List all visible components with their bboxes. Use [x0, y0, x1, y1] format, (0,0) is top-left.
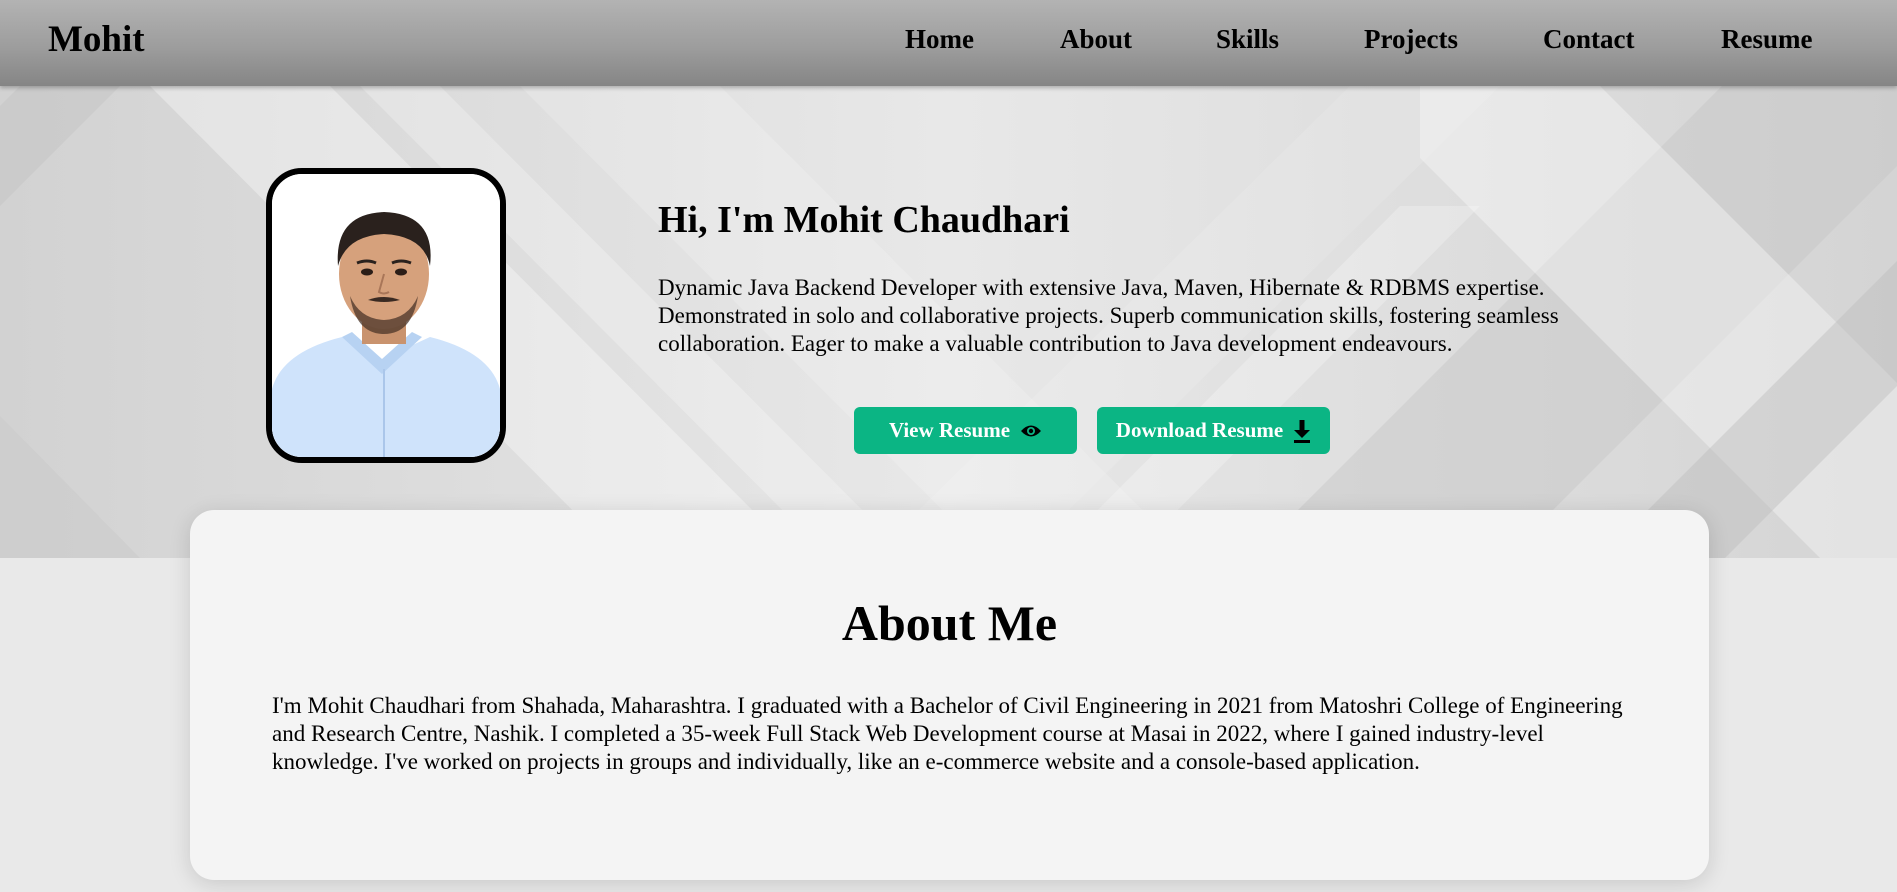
download-resume-label: Download Resume [1115, 418, 1284, 442]
profile-photo-illustration [272, 174, 500, 457]
eye-icon [1020, 423, 1042, 439]
view-resume-button[interactable]: View Resume [854, 407, 1077, 454]
nav-contact[interactable]: Contact [1543, 24, 1634, 55]
hero-title: Hi, I'm Mohit Chaudhari [658, 199, 1070, 241]
download-resume-button[interactable]: Download Resume [1097, 407, 1330, 454]
nav-links: Home About Skills Projects Contact Resum… [0, 24, 1897, 64]
about-text: I'm Mohit Chaudhari from Shahada, Mahara… [272, 693, 1623, 774]
download-icon [1293, 419, 1311, 443]
view-resume-label: View Resume [888, 418, 1011, 442]
nav-about[interactable]: About [1060, 24, 1132, 55]
nav-home[interactable]: Home [905, 24, 974, 55]
hero-description: Dynamic Java Backend Developer with exte… [658, 275, 1559, 356]
about-title: About Me [841, 595, 1058, 651]
nav-resume[interactable]: Resume [1721, 24, 1812, 55]
nav-projects[interactable]: Projects [1364, 24, 1458, 55]
nav-skills[interactable]: Skills [1216, 24, 1279, 55]
navbar: Mohit Home About Skills Projects Contact… [0, 0, 1897, 86]
profile-photo [266, 168, 506, 463]
about-section: About Me I'm Mohit Chaudhari from Shahad… [190, 510, 1709, 880]
hero-section: Hi, I'm Mohit Chaudhari Dynamic Java Bac… [0, 86, 1897, 558]
